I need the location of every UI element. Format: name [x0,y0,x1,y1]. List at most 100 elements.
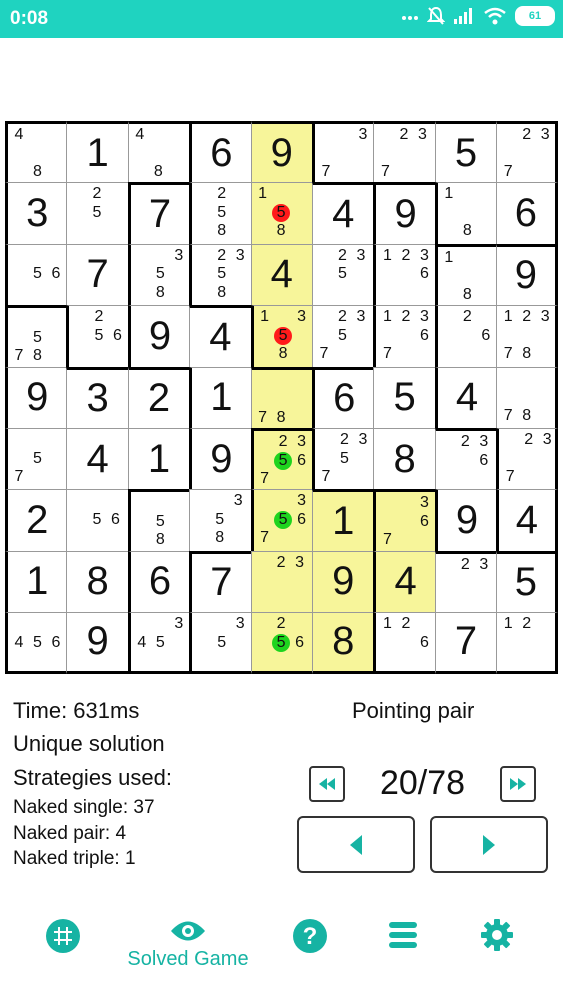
cell-value: 5 [514,560,537,605]
sudoku-cell[interactable]: 4 [312,182,374,244]
sudoku-cell[interactable]: 256 [250,612,312,674]
sudoku-cell[interactable]: 358 [189,489,251,551]
sudoku-cell[interactable]: 4 [66,428,128,490]
sudoku-cell[interactable]: 9 [5,366,67,428]
sudoku-cell[interactable]: 23 [434,550,497,613]
sudoku-cell[interactable]: 18 [434,243,497,306]
next-step-button[interactable] [430,816,548,873]
sudoku-cell[interactable]: 78 [496,366,558,428]
sudoku-cell[interactable]: 2 [127,366,190,428]
sudoku-cell[interactable]: 7 [66,243,128,306]
sudoku-cell[interactable]: 3 [66,366,128,428]
sudoku-cell[interactable]: 78 [250,366,312,428]
sudoku-cell[interactable]: 6 [189,121,251,183]
sudoku-cell[interactable]: 2358 [189,243,251,306]
sudoku-cell[interactable]: 57 [5,428,67,490]
sudoku-cell[interactable]: 578 [5,305,67,367]
sudoku-cell[interactable]: 4 [250,243,312,306]
sudoku-cell[interactable]: 123 78 [496,305,558,367]
sudoku-cell[interactable]: 9 [127,305,190,367]
sudoku-cell[interactable]: 23 7 [496,121,558,183]
sudoku-cell[interactable]: 126 [373,612,435,674]
sudoku-cell[interactable]: 5 [496,550,558,613]
sudoku-cell[interactable]: 58 [127,489,190,551]
cell-value: 8 [332,619,355,664]
sudoku-cell[interactable]: 4 [434,366,497,428]
sudoku-cell[interactable]: 56 [5,243,67,306]
sudoku-cell[interactable]: 4 [496,489,558,551]
sudoku-cell[interactable]: 1 [66,121,128,183]
sudoku-cell[interactable]: 3 45 [127,612,190,674]
sudoku-cell[interactable]: 1 [312,489,374,551]
sudoku-cell[interactable]: 48 [5,121,67,183]
sudoku-cell[interactable]: 236 [434,428,497,490]
sudoku-cell[interactable]: 23 [250,550,312,613]
candidate-digit: 1 [444,248,454,266]
sudoku-cell[interactable]: 8 [312,612,374,674]
sudoku-cell[interactable]: 37 [312,121,374,183]
sudoku-cell[interactable]: 9 [312,550,374,613]
sudoku-cell[interactable]: 9 [250,121,312,183]
previous-step-button[interactable] [297,816,415,873]
sudoku-cell[interactable]: 2 [5,489,67,551]
sudoku-cell[interactable]: 3 [5,182,67,244]
sudoku-cell[interactable]: 18 [434,182,497,244]
sudoku-cell[interactable]: 9 [496,243,558,306]
sudoku-cell[interactable]: 9 [189,428,251,490]
sudoku-cell[interactable]: 2357 [312,305,374,367]
sudoku-cell[interactable]: 56 [66,489,128,551]
sudoku-cell[interactable]: 1 358 [250,305,312,367]
sudoku-cell[interactable]: 258 [189,182,251,244]
sudoku-cell[interactable]: 1236 [373,243,435,306]
sudoku-cell[interactable]: 6 [312,366,374,428]
nav-menu[interactable] [388,918,418,952]
sudoku-cell[interactable]: 2357 [312,428,374,490]
sudoku-cell[interactable]: 4 [189,305,251,367]
sudoku-cell[interactable]: 1 [127,428,190,490]
sudoku-cell[interactable]: 23 7 [496,428,558,490]
candidate-digit: 4 [14,126,24,143]
sudoku-cell[interactable]: 35 [189,612,251,674]
candidate-digit: 6 [297,510,307,528]
sudoku-grid[interactable]: 4814869372375237325725815849186567358235… [5,121,558,674]
sudoku-cell[interactable]: 7 [189,550,251,613]
candidate-digit: 2 [462,308,472,326]
sudoku-cell[interactable]: 358 [127,243,190,306]
sudoku-cell[interactable]: 9 [66,612,128,674]
candidate-digit: 4 [135,126,145,143]
sudoku-cell[interactable]: 1236 7 [373,305,435,367]
nav-help[interactable]: ? [292,918,328,954]
sudoku-cell[interactable]: 26 [434,305,497,367]
sudoku-cell[interactable]: 5 [434,121,497,183]
sudoku-cell[interactable]: 6 [127,550,190,613]
sudoku-cell[interactable]: 6 [496,182,558,244]
first-step-button[interactable] [309,766,345,802]
sudoku-cell[interactable]: 12 [496,612,558,674]
sudoku-cell[interactable]: 8 [373,428,435,490]
eye-icon [171,921,205,941]
sudoku-cell[interactable]: 356 7 [250,489,312,551]
nav-solved-game[interactable]: Solved Game [118,918,258,971]
sudoku-cell[interactable]: 158 [250,182,312,244]
last-step-button[interactable] [500,766,536,802]
candidate-digit: 1 [503,308,513,326]
sudoku-cell[interactable]: 48 [127,121,190,183]
sudoku-cell[interactable]: 7 [127,182,190,244]
sudoku-cell[interactable]: 23 7 [373,121,435,183]
sudoku-cell[interactable]: 2356 7 [250,428,312,490]
sudoku-cell[interactable]: 1 [5,550,67,613]
sudoku-cell[interactable]: 36 7 [373,489,435,551]
sudoku-cell[interactable]: 1 [189,366,251,428]
sudoku-cell[interactable]: 5 [373,366,435,428]
nav-settings[interactable] [480,918,514,952]
sudoku-cell[interactable]: 9 [434,489,497,551]
nav-grid[interactable] [45,918,81,954]
sudoku-cell[interactable]: 8 [66,550,128,613]
sudoku-cell[interactable]: 456 [5,612,67,674]
sudoku-cell[interactable]: 235 [312,243,374,306]
sudoku-cell[interactable]: 25 [66,182,128,244]
sudoku-cell[interactable]: 9 [373,182,435,244]
sudoku-cell[interactable]: 256 [66,305,128,367]
sudoku-cell[interactable]: 4 [373,550,435,613]
sudoku-cell[interactable]: 7 [434,612,497,674]
